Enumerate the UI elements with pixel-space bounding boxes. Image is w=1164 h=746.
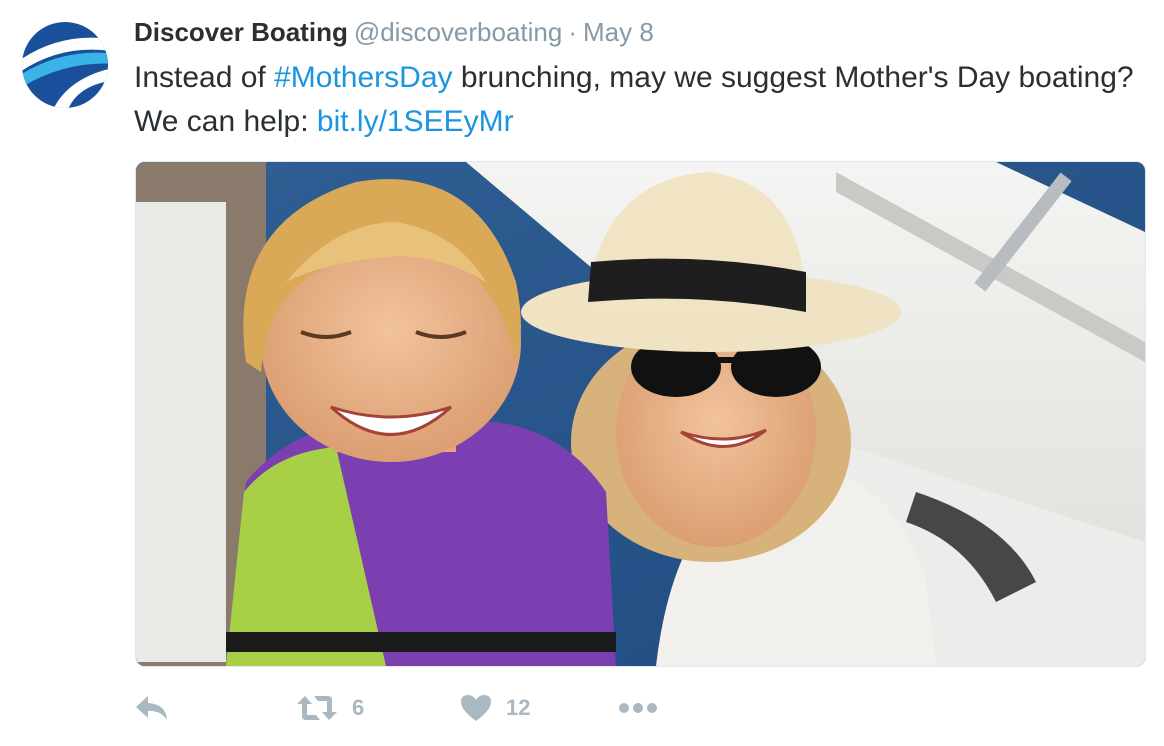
heart-icon: [461, 695, 491, 721]
hashtag-link[interactable]: #MothersDay: [274, 61, 452, 94]
avatar[interactable]: [22, 22, 108, 108]
like-count: 12: [506, 695, 531, 720]
url-link[interactable]: bit.ly/1SEEyMr: [317, 105, 514, 138]
tweet-media-photo[interactable]: [135, 161, 1146, 667]
photo-mother-and-son-on-boat: [136, 162, 1145, 666]
header-separator: ·: [568, 17, 578, 47]
retweet-count: 6: [352, 695, 365, 720]
tweet-text: Instead of #MothersDay brunching, may we…: [134, 56, 1134, 144]
retweet-icon: [297, 696, 337, 720]
reply-button[interactable]: [134, 688, 170, 728]
author-handle[interactable]: @discoverboating: [354, 17, 563, 47]
author-name[interactable]: Discover Boating: [134, 17, 348, 47]
more-button[interactable]: [618, 688, 658, 728]
discover-boating-logo-icon: [22, 22, 108, 108]
reply-icon: [136, 696, 167, 720]
tweet-actions: 6 12: [134, 688, 834, 728]
like-button[interactable]: 12: [460, 688, 530, 728]
retweet-button[interactable]: 6: [296, 688, 364, 728]
tweet-header: Discover Boating @discoverboating · May 8: [134, 16, 654, 48]
tweet-text-part1: Instead of: [134, 61, 275, 94]
tweet-date[interactable]: May 8: [583, 17, 654, 47]
more-icon: [619, 703, 657, 713]
